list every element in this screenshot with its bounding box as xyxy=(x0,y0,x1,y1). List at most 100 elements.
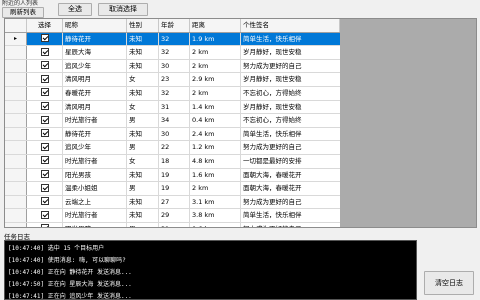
gender-cell[interactable]: 未知 xyxy=(127,127,159,141)
age-cell[interactable]: 32 xyxy=(159,32,190,46)
row-header-cell[interactable] xyxy=(5,127,27,141)
nickname-cell[interactable]: 时光旅行者 xyxy=(63,154,127,168)
select-checkbox-cell[interactable] xyxy=(27,222,63,227)
nickname-cell[interactable]: 时光旅行者 xyxy=(63,209,127,222)
table-row[interactable]: 温柔小姐姐男 19 2 km 面朝大海，春暖花开 xyxy=(5,182,340,196)
distance-cell[interactable]: 4.8 km xyxy=(190,154,241,168)
clear-log-button[interactable]: 清空日志 xyxy=(424,271,474,295)
gender-cell[interactable]: 未知 xyxy=(127,59,159,73)
user-grid[interactable]: 选择 昵称 性别 年龄 距离 个性签名 ▸ 静待花开 未知 32 1.9 km 简单生活，… xyxy=(4,18,477,228)
age-cell[interactable]: 22 xyxy=(159,141,190,154)
row-header-cell[interactable] xyxy=(5,222,27,227)
gender-cell[interactable]: 未知 xyxy=(127,86,159,100)
age-cell[interactable]: 31 xyxy=(159,100,190,114)
gender-cell[interactable]: 未知 xyxy=(127,209,159,222)
table-row[interactable]: 清风明月女 31 1.4 km 岁月静好，现世安稳 xyxy=(5,100,340,115)
signature-cell[interactable]: 不忘初心，方得始终 xyxy=(241,114,340,127)
distance-cell[interactable]: 2 km xyxy=(190,46,241,59)
nickname-cell[interactable]: 春暖花开 xyxy=(63,86,127,100)
nickname-cell[interactable]: 清风明月 xyxy=(63,73,127,86)
age-cell[interactable]: 30 xyxy=(159,59,190,73)
distance-cell[interactable]: 2 km xyxy=(190,182,241,195)
table-row[interactable]: 阳光男孩 未知 19 1.6 km 面朝大海，春暖花开 xyxy=(5,168,340,183)
distance-cell[interactable]: 1.9 km xyxy=(190,32,241,46)
signature-cell[interactable]: 简单生活，快乐相伴 xyxy=(241,32,340,46)
row-header-cell[interactable] xyxy=(5,168,27,182)
nickname-cell[interactable]: 星辰大海 xyxy=(63,46,127,59)
select-checkbox-cell[interactable] xyxy=(27,168,63,182)
distance-cell[interactable]: 1.2 km xyxy=(190,141,241,154)
checked-checkbox-icon[interactable] xyxy=(40,210,49,219)
gender-cell[interactable]: 女 xyxy=(127,73,159,86)
age-cell[interactable]: 27 xyxy=(159,195,190,209)
column-header-gender[interactable]: 性别 xyxy=(127,19,159,32)
table-row[interactable]: 星辰大海 未知 32 2 km 岁月静好，现世安稳 xyxy=(5,46,340,60)
task-log-output[interactable]: [10:47:40] 选中 15 个目标用户 [10:47:40] 使用消息: 嗨… xyxy=(4,240,417,300)
row-header-cell[interactable] xyxy=(5,195,27,209)
age-cell[interactable]: 29 xyxy=(159,209,190,222)
refresh-list-button[interactable]: 刷新列表 xyxy=(2,7,44,18)
checked-checkbox-icon[interactable] xyxy=(40,115,49,124)
select-checkbox-cell[interactable] xyxy=(27,195,63,209)
checked-checkbox-icon[interactable] xyxy=(40,102,49,111)
distance-cell[interactable]: 0.4 km xyxy=(190,114,241,127)
nickname-cell[interactable]: 追风少年 xyxy=(63,141,127,154)
signature-cell[interactable]: 岁月静好，现世安稳 xyxy=(241,46,340,59)
signature-cell[interactable]: 努力成为更好的自己 xyxy=(241,196,340,209)
distance-cell[interactable]: 2 km xyxy=(190,59,241,73)
row-header-cell[interactable] xyxy=(5,86,27,100)
column-header-distance[interactable]: 距离 xyxy=(190,19,241,32)
distance-cell[interactable]: 3.1 km xyxy=(190,195,241,209)
signature-cell[interactable]: 面朝大海，春暖花开 xyxy=(241,182,340,195)
table-row[interactable]: ▸ 静待花开 未知 32 1.9 km 简单生活，快乐相伴 xyxy=(5,32,340,47)
signature-cell[interactable]: 简单生活，快乐相伴 xyxy=(241,209,340,222)
row-header-cell[interactable] xyxy=(5,73,27,86)
distance-cell[interactable]: 1.6 km xyxy=(190,168,241,182)
table-row[interactable]: 云端之上 未知 27 3.1 km 努力成为更好的自己 xyxy=(5,195,340,210)
checked-checkbox-icon[interactable] xyxy=(40,170,49,179)
nickname-cell[interactable]: 静待花开 xyxy=(63,32,127,46)
checked-checkbox-icon[interactable] xyxy=(40,88,49,97)
gender-cell[interactable]: 未知 xyxy=(127,46,159,59)
select-checkbox-cell[interactable] xyxy=(27,59,63,73)
select-checkbox-cell[interactable] xyxy=(27,32,63,46)
table-row[interactable]: 春暖花开 未知 32 2 km 不忘初心，方得始终 xyxy=(5,86,340,101)
select-all-button[interactable]: 全选 xyxy=(58,3,92,16)
age-cell[interactable]: 30 xyxy=(159,127,190,141)
age-cell[interactable]: 19 xyxy=(159,168,190,182)
signature-cell[interactable]: 不忘初心，方得始终 xyxy=(241,87,340,100)
table-row[interactable]: 时光旅行者男 34 0.4 km 不忘初心，方得始终 xyxy=(5,114,340,128)
distance-cell[interactable]: 0.6 km xyxy=(190,222,241,227)
age-cell[interactable]: 32 xyxy=(159,46,190,59)
gender-cell[interactable]: 女 xyxy=(127,100,159,114)
nickname-cell[interactable]: 阳光男孩 xyxy=(63,222,127,227)
checked-checkbox-icon[interactable] xyxy=(40,74,49,83)
age-cell[interactable]: 23 xyxy=(159,73,190,86)
checked-checkbox-icon[interactable] xyxy=(40,156,49,165)
checked-checkbox-icon[interactable] xyxy=(40,47,49,56)
checked-checkbox-icon[interactable] xyxy=(40,197,49,206)
gender-cell[interactable]: 男 xyxy=(127,141,159,154)
select-checkbox-cell[interactable] xyxy=(27,182,63,195)
deselect-all-button[interactable]: 取消选择 xyxy=(98,3,148,16)
nickname-cell[interactable]: 追风少年 xyxy=(63,59,127,73)
gender-cell[interactable]: 未知 xyxy=(127,32,159,46)
checked-checkbox-icon[interactable] xyxy=(40,183,49,192)
age-cell[interactable]: 19 xyxy=(159,182,190,195)
signature-cell[interactable]: 努力成为更好的自己 xyxy=(241,223,340,227)
age-cell[interactable]: 32 xyxy=(159,86,190,100)
nickname-cell[interactable]: 清风明月 xyxy=(63,100,127,114)
row-header-cell[interactable] xyxy=(5,141,27,154)
table-row[interactable]: 静待花开 未知 30 2.4 km 简单生活，快乐相伴 xyxy=(5,127,340,142)
table-row[interactable]: 时光旅行者女 18 4.8 km 一切都是最好的安排 xyxy=(5,154,340,169)
table-row[interactable]: 阳光男孩男310.6 km努力成为更好的自己 xyxy=(5,222,340,227)
checked-checkbox-icon[interactable] xyxy=(40,142,49,151)
row-header-cell[interactable] xyxy=(5,100,27,114)
column-header-nickname[interactable]: 昵称 xyxy=(63,19,127,32)
distance-cell[interactable]: 2.9 km xyxy=(190,73,241,86)
column-header-select[interactable]: 选择 xyxy=(27,19,63,32)
checked-checkbox-icon[interactable] xyxy=(40,34,49,43)
row-header-cell[interactable] xyxy=(5,154,27,168)
row-header-cell[interactable] xyxy=(5,114,27,127)
age-cell[interactable]: 31 xyxy=(159,222,190,227)
